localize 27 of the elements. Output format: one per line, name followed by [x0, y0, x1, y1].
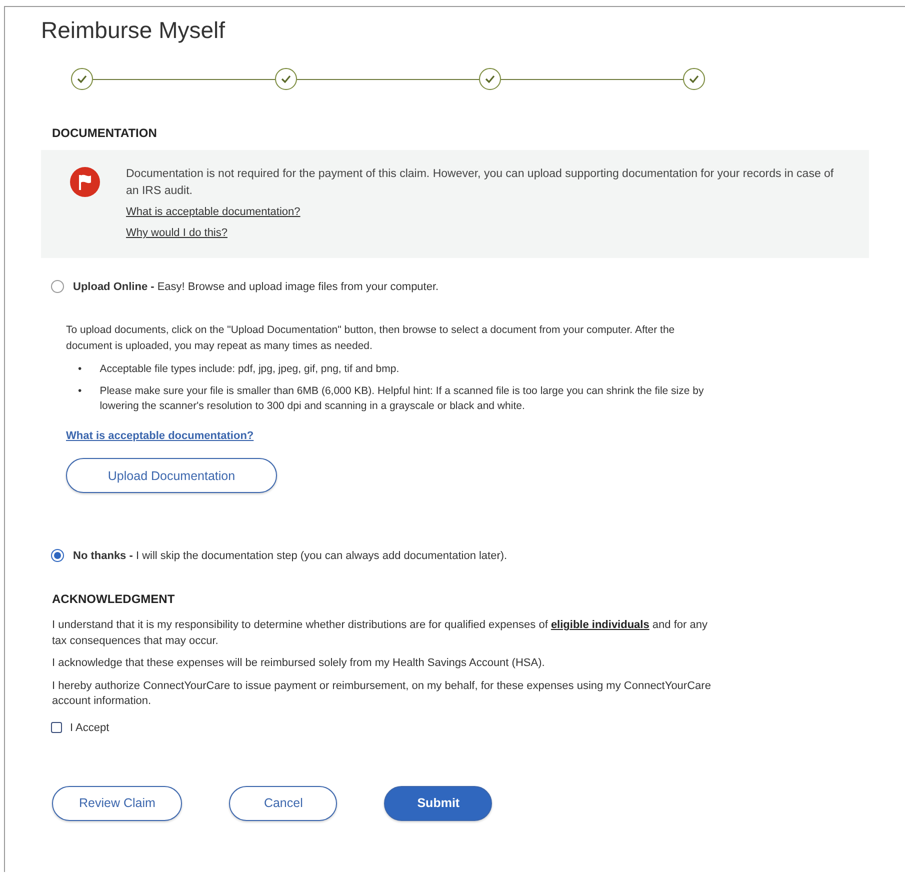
acknowledgment-text: I acknowledge that these expenses will be reimbursed solely from my Health Savings Account (HSA). — [51, 656, 546, 671]
bullet-marker: • — [78, 362, 82, 377]
section-heading: DOCUMENTATION — [51, 126, 158, 140]
page-title: Reimburse Myself — [41, 17, 226, 44]
checkbox[interactable] — [51, 722, 62, 733]
instructions-text: To upload documents, click on the "Upload Documentation" button, then browse to select a document from your computer. After the document is uploaded, you may repeat as many times as needed. — [66, 323, 676, 354]
eligible-link[interactable]: eligible individuals — [550, 619, 650, 631]
bullet-marker: • — [78, 384, 82, 398]
checkbox-label: I Accept — [70, 722, 110, 734]
bullet-text: Acceptable file types include: pdf, jpg, jpeg, gif, png, tif and bmp. — [100, 362, 400, 377]
acknowledgment-text: I understand that it is my responsibility to determine whether distributions are for qualified expenses of eligible individuals and for any tax consequences that may occur. — [51, 618, 708, 648]
help-link[interactable]: Why would I do this? — [126, 225, 228, 242]
option-label: No thanks - I will skip the documentation step (you can always add documentation later). — [73, 550, 508, 562]
action-button[interactable]: Submit — [384, 786, 492, 820]
action-button[interactable]: Cancel — [229, 786, 338, 820]
action-button[interactable]: Review Claim — [52, 786, 182, 820]
option-label: Upload Online - Easy! Browse and upload image files from your computer. — [73, 280, 439, 292]
help-link[interactable]: What is acceptable documentation? — [66, 428, 254, 444]
radio-button[interactable] — [51, 280, 64, 293]
radio-button[interactable] — [51, 549, 64, 562]
bullet-text: Please make sure your file is smaller than 6MB (6,000 KB). Helpful hint: If a scanned file is too large you can shrink the file size by lowering the scanner's resolution to 300 dpi and scanning in a grayscale or black and white. — [100, 384, 705, 414]
notice-text: Documentation is not required for the payment of this claim. However, you can upload supporting documentation for your records in case of an IRS audit. — [126, 167, 835, 199]
flag-icon — [69, 166, 101, 198]
acknowledgment-text: I hereby authorize ConnectYourCare to issue payment or reimbursement, on my behalf, for these expenses using my ConnectYourCare account information. — [51, 678, 712, 709]
help-link[interactable]: What is acceptable documentation? — [126, 204, 300, 221]
upload-button[interactable]: Upload Documentation — [66, 458, 277, 493]
section-heading: ACKNOWLEDGMENT — [51, 592, 176, 606]
